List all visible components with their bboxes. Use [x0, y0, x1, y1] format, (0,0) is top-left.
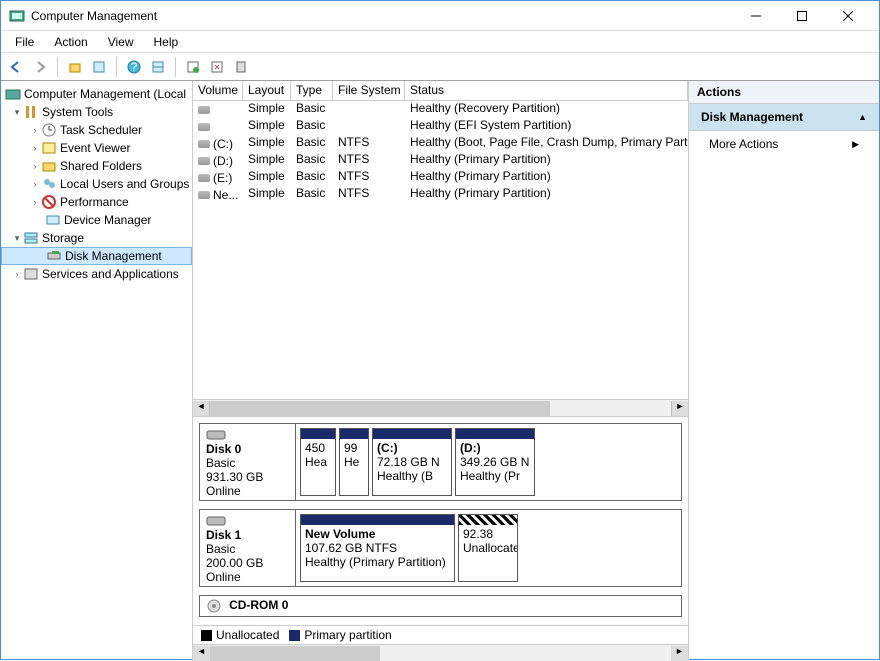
col-volume[interactable]: Volume: [193, 81, 243, 100]
legend-unallocated-label: Unallocated: [216, 628, 279, 642]
volume-hscroll[interactable]: ◄►: [193, 399, 688, 416]
col-status[interactable]: Status: [405, 81, 688, 100]
chevron-right-icon: ▶: [852, 139, 859, 150]
volume-row[interactable]: (E:)SimpleBasicNTFSHealthy (Primary Part…: [193, 169, 688, 186]
disk-0[interactable]: Disk 0 Basic 931.30 GB Online 450Hea99He…: [199, 423, 682, 501]
settings-button[interactable]: [206, 56, 228, 78]
menu-file[interactable]: File: [5, 33, 44, 51]
tree-root[interactable]: Computer Management (Local: [1, 85, 192, 103]
tree-task-scheduler[interactable]: ›Task Scheduler: [1, 121, 192, 139]
volume-row[interactable]: SimpleBasicHealthy (EFI System Partition…: [193, 118, 688, 135]
volume-table: SimpleBasicHealthy (Recovery Partition)S…: [193, 101, 688, 203]
toolbar: ?: [1, 53, 879, 81]
actions-header: Actions: [689, 81, 879, 104]
help-button[interactable]: ?: [123, 56, 145, 78]
action-button[interactable]: [230, 56, 252, 78]
window-title: Computer Management: [31, 9, 733, 23]
middle-pane: Volume Layout Type File System Status Si…: [193, 81, 689, 661]
up-button[interactable]: [64, 56, 86, 78]
disk-icon: [198, 140, 210, 148]
volume-row[interactable]: SimpleBasicHealthy (Recovery Partition): [193, 101, 688, 118]
partition[interactable]: (D:)349.26 GB NHealthy (Pr: [455, 428, 535, 496]
minimize-button[interactable]: [733, 2, 779, 30]
maximize-button[interactable]: [779, 2, 825, 30]
legend-unallocated-swatch: [201, 630, 212, 641]
actions-pane: Actions Disk Management▲ More Actions▶: [689, 81, 879, 661]
app-icon: [9, 8, 25, 24]
disk-icon: [198, 123, 210, 131]
actions-more[interactable]: More Actions▶: [689, 131, 879, 157]
volume-table-header: Volume Layout Type File System Status: [193, 81, 688, 101]
legend: Unallocated Primary partition: [193, 625, 688, 644]
disk-icon: [198, 157, 210, 165]
tree-pane: Computer Management (Local ▾System Tools…: [1, 81, 193, 661]
tree-local-users[interactable]: ›Local Users and Groups: [1, 175, 192, 193]
refresh-button[interactable]: [182, 56, 204, 78]
disk-icon: [198, 106, 210, 114]
disk-1[interactable]: Disk 1 Basic 200.00 GB Online New Volume…: [199, 509, 682, 587]
titlebar: Computer Management: [1, 1, 879, 31]
tree-system-tools[interactable]: ▾System Tools: [1, 103, 192, 121]
partition[interactable]: 92.38Unallocated: [458, 514, 518, 582]
menubar: File Action View Help: [1, 31, 879, 53]
disk-icon: [198, 191, 210, 199]
menu-help[interactable]: Help: [144, 33, 189, 51]
tree-disk-management[interactable]: Disk Management: [1, 247, 192, 265]
tree-storage[interactable]: ▾Storage: [1, 229, 192, 247]
close-button[interactable]: [825, 2, 871, 30]
tree-services[interactable]: ›Services and Applications: [1, 265, 192, 283]
forward-button[interactable]: [29, 56, 51, 78]
actions-disk-management[interactable]: Disk Management▲: [689, 104, 879, 131]
partition[interactable]: (C:)72.18 GB NHealthy (B: [372, 428, 452, 496]
tree-device-manager[interactable]: Device Manager: [1, 211, 192, 229]
volume-row[interactable]: (D:)SimpleBasicNTFSHealthy (Primary Part…: [193, 152, 688, 169]
cd-rom-info: CD-ROM 0: [200, 596, 296, 616]
partition[interactable]: 99He: [339, 428, 369, 496]
view-list-button[interactable]: [147, 56, 169, 78]
collapse-icon: ▲: [858, 112, 867, 122]
cd-rom-0[interactable]: CD-ROM 0: [199, 595, 682, 617]
volume-row[interactable]: (C:)SimpleBasicNTFSHealthy (Boot, Page F…: [193, 135, 688, 152]
diskmap-hscroll[interactable]: ◄►: [193, 644, 688, 661]
tree-performance[interactable]: ›Performance: [1, 193, 192, 211]
col-filesystem[interactable]: File System: [333, 81, 405, 100]
disk-icon: [198, 174, 210, 182]
properties-button[interactable]: [88, 56, 110, 78]
disk-1-info: Disk 1 Basic 200.00 GB Online: [200, 510, 296, 586]
partition[interactable]: 450Hea: [300, 428, 336, 496]
partition[interactable]: New Volume107.62 GB NTFSHealthy (Primary…: [300, 514, 455, 582]
disk-1-partitions: New Volume107.62 GB NTFSHealthy (Primary…: [296, 510, 681, 586]
volume-row[interactable]: Ne...SimpleBasicNTFSHealthy (Primary Par…: [193, 186, 688, 203]
col-layout[interactable]: Layout: [243, 81, 291, 100]
tree-shared-folders[interactable]: ›Shared Folders: [1, 157, 192, 175]
col-type[interactable]: Type: [291, 81, 333, 100]
legend-primary-swatch: [289, 630, 300, 641]
disk-0-partitions: 450Hea99He(C:)72.18 GB NHealthy (B(D:)34…: [296, 424, 681, 500]
back-button[interactable]: [5, 56, 27, 78]
disk-0-info: Disk 0 Basic 931.30 GB Online: [200, 424, 296, 500]
legend-primary-label: Primary partition: [304, 628, 391, 642]
disk-map: Disk 0 Basic 931.30 GB Online 450Hea99He…: [193, 416, 688, 625]
menu-view[interactable]: View: [98, 33, 144, 51]
tree-event-viewer[interactable]: ›Event Viewer: [1, 139, 192, 157]
svg-text:?: ?: [131, 60, 138, 74]
menu-action[interactable]: Action: [44, 33, 97, 51]
